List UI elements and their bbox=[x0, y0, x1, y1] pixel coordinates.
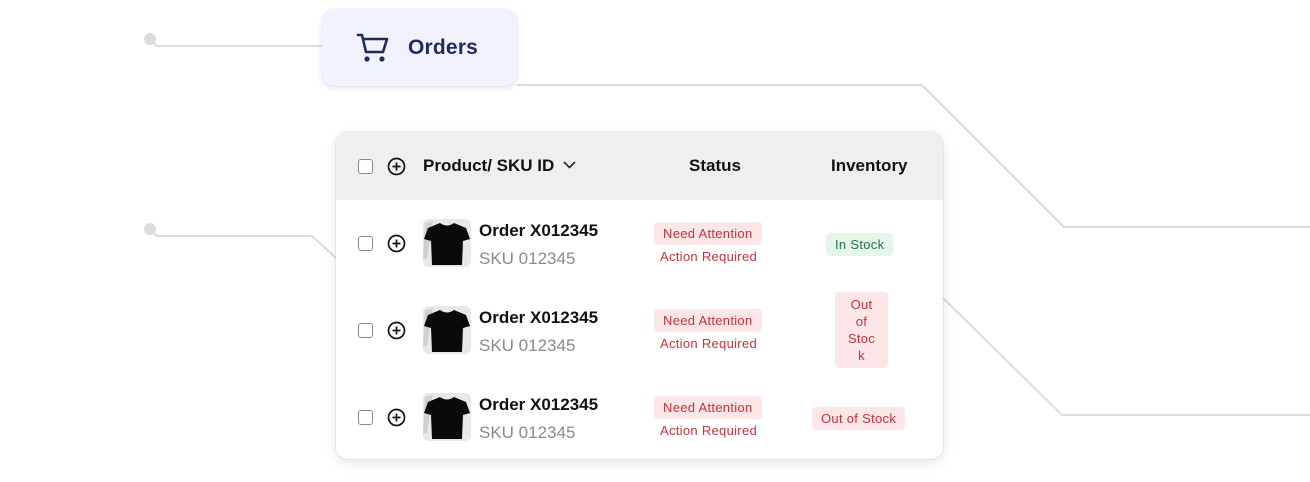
sku-id: SKU 012345 bbox=[479, 423, 576, 442]
table-row[interactable]: Order X012345 SKU 012345 Need Attention … bbox=[336, 374, 943, 459]
chevron-down-icon[interactable] bbox=[563, 160, 576, 170]
table-row[interactable]: Order X012345 SKU 012345 Need Attention … bbox=[336, 287, 943, 374]
product-thumbnail bbox=[423, 393, 471, 441]
expand-all-icon[interactable] bbox=[387, 157, 406, 176]
order-id[interactable]: Order X012345 bbox=[479, 308, 598, 328]
expand-row-icon[interactable] bbox=[387, 321, 406, 340]
status-note: Action Required bbox=[660, 336, 757, 351]
shopping-cart-icon bbox=[356, 33, 389, 62]
orders-nav-button[interactable]: Orders bbox=[322, 9, 517, 86]
row-checkbox[interactable] bbox=[358, 323, 373, 338]
product-thumbnail bbox=[423, 306, 471, 354]
sku-id: SKU 012345 bbox=[479, 249, 576, 268]
table-row[interactable]: Order X012345 SKU 012345 Need Attention … bbox=[336, 200, 943, 287]
select-all-checkbox[interactable] bbox=[358, 159, 373, 174]
inventory-badge: Out of Stoc k bbox=[835, 292, 888, 368]
status-note: Action Required bbox=[660, 423, 757, 438]
product-thumbnail bbox=[423, 219, 471, 267]
order-id[interactable]: Order X012345 bbox=[479, 395, 598, 415]
table-header: Product/ SKU ID Status Inventory bbox=[336, 132, 943, 200]
sku-id: SKU 012345 bbox=[479, 336, 576, 355]
row-checkbox[interactable] bbox=[358, 236, 373, 251]
column-product[interactable]: Product/ SKU ID bbox=[423, 156, 554, 176]
expand-row-icon[interactable] bbox=[387, 234, 406, 253]
inventory-badge: Out of Stock bbox=[812, 407, 906, 430]
inventory-badge-line: k bbox=[858, 348, 865, 363]
inventory-badge-line: of bbox=[855, 314, 868, 329]
tshirt-image bbox=[423, 393, 471, 441]
orders-label: Orders bbox=[408, 35, 479, 59]
inventory-badge-line: Out bbox=[850, 297, 873, 312]
status-badge: Need Attention bbox=[654, 309, 762, 332]
inventory-badge: In Stock bbox=[826, 233, 894, 256]
row-checkbox[interactable] bbox=[358, 410, 373, 425]
inventory-badge-line: Stoc bbox=[847, 331, 876, 346]
status-badge: Need Attention bbox=[654, 396, 762, 419]
status-note: Action Required bbox=[660, 249, 757, 264]
tshirt-image bbox=[423, 306, 471, 354]
status-badge: Need Attention bbox=[654, 222, 762, 245]
expand-row-icon[interactable] bbox=[387, 408, 406, 427]
column-inventory: Inventory bbox=[831, 156, 908, 175]
column-status: Status bbox=[689, 156, 741, 175]
orders-table: Product/ SKU ID Status Inventory Order X… bbox=[336, 132, 943, 459]
order-id[interactable]: Order X012345 bbox=[479, 221, 598, 241]
tshirt-image bbox=[423, 219, 471, 267]
